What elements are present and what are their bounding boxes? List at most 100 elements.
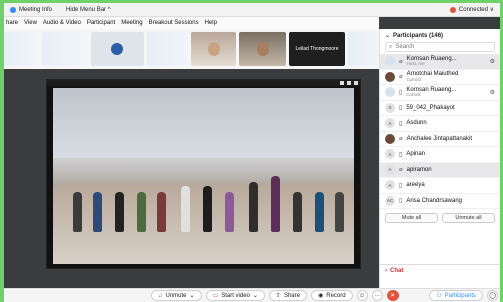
participant-row[interactable]: A ⌀ apiramon [380, 162, 500, 178]
meeting-info-button[interactable]: Meeting Info [10, 6, 52, 13]
participant-row[interactable]: ⌀ Anchalee Jintapattanakit [380, 132, 500, 147]
shared-window [46, 79, 361, 269]
meeting-bar: Meeting Info Hide Menu Bar ^ Connected ∨ [4, 3, 500, 17]
chat-section-header[interactable]: › Chat [380, 264, 500, 276]
participant-row[interactable]: A ▯ Asdunn [380, 116, 500, 132]
video-camera-icon: ▭ [212, 293, 219, 299]
start-video-button[interactable]: ▭ Start video ⌄ [205, 290, 265, 301]
mute-all-button[interactable]: Mute all [385, 213, 438, 223]
participant-name: Anchalee Jintapattanakit [406, 135, 473, 142]
chevron-down-icon[interactable]: ⌄ [385, 32, 390, 39]
menu-participant[interactable]: Participant [87, 20, 115, 26]
participant-face [256, 42, 269, 56]
photo-person [315, 192, 324, 233]
chevron-down-icon[interactable]: ⌄ [190, 292, 195, 299]
video-tile[interactable] [191, 32, 237, 66]
participant-name: apiramon [406, 166, 432, 173]
shared-content-area [4, 69, 379, 288]
connection-icon [449, 6, 456, 13]
host-icon: ⚙ [489, 58, 495, 65]
minimize-icon[interactable] [340, 81, 344, 85]
shared-photo [53, 88, 354, 264]
participant-row[interactable]: ▯ Kornsan Ruaeng... Cohost ⚙ [380, 85, 500, 101]
maximize-icon[interactable] [347, 81, 351, 85]
participants-count-title: Participants (146) [393, 32, 444, 39]
menu-share[interactable]: hare [6, 20, 18, 26]
close-icon[interactable] [354, 81, 358, 85]
menu-bar: hare View Audio & Video Participant Meet… [4, 17, 379, 29]
photo-person [203, 186, 212, 233]
smiley-icon: ☺ [359, 292, 366, 299]
menu-meeting[interactable]: Meeting [121, 20, 142, 26]
mic-icon[interactable]: ▯ [399, 104, 402, 111]
participant-role: Cohost [406, 92, 421, 98]
participant-row[interactable]: A ▯ Apinan [380, 147, 500, 163]
end-meeting-button[interactable]: × [386, 290, 399, 301]
photo-person [73, 192, 82, 233]
menu-breakout-sessions[interactable]: Breakout Sessions [149, 20, 199, 26]
video-tile-named[interactable]: Leilad Thongmoore [289, 32, 345, 66]
mic-icon[interactable]: ▯ [399, 182, 402, 189]
mic-icon[interactable]: ⌀ [399, 73, 403, 80]
avatar [385, 133, 395, 144]
mic-icon[interactable]: ⌀ [399, 58, 403, 65]
video-tile[interactable] [239, 32, 287, 66]
info-icon [10, 6, 16, 13]
photo-person [335, 192, 344, 233]
participant-list: ⌀ Kornsan Ruaeng... Host, me ⚙ ⌀ Arnotcha… [380, 54, 500, 209]
participant-name: Asdunn [406, 120, 427, 127]
video-tile[interactable] [146, 32, 189, 66]
participant-row[interactable]: ⌀ Arnotchai Maiuthed Cohost [380, 70, 500, 85]
photo-person [181, 186, 190, 233]
menu-view[interactable]: View [24, 20, 37, 26]
video-tile[interactable] [42, 32, 88, 66]
participants-panel: ⌄ Participants (146) ⌕ Search ⌀ Kornsan … [379, 29, 500, 288]
mic-icon[interactable]: ▯ [399, 89, 402, 96]
participant-row[interactable]: ⌀ Kornsan Ruaeng... Host, me ⚙ [380, 54, 500, 70]
more-options-button[interactable]: ··· [371, 290, 383, 301]
avatar: A [385, 164, 395, 175]
participants-button[interactable]: ⚇ Participants [429, 290, 483, 301]
menu-audio-video[interactable]: Audio & Video [43, 20, 81, 26]
participant-name: areeya [406, 182, 425, 189]
connection-status[interactable]: Connected ∨ [449, 6, 494, 13]
participant-row[interactable]: A ▯ areeya [380, 178, 500, 194]
hide-menu-bar-button[interactable]: Hide Menu Bar ^ [66, 7, 111, 13]
mic-icon[interactable]: ▯ [399, 151, 402, 158]
avatar: AC [385, 195, 395, 206]
avatar [385, 87, 395, 98]
participant-row[interactable]: S ▯ 59_042_Phakayot [380, 101, 500, 116]
record-button[interactable]: ◉ Record [310, 290, 353, 301]
participant-row[interactable]: AC ▯ Arisa Chandrsawang [380, 194, 500, 209]
photo-wall [53, 88, 354, 159]
participant-name: Arisa Chandrsawang [406, 197, 463, 204]
menu-help[interactable]: Help [205, 20, 217, 26]
record-icon: ◉ [317, 293, 324, 299]
chat-icon: ◯ [489, 293, 496, 299]
photo-person [93, 192, 102, 233]
unmute-all-button[interactable]: Unmute all [442, 213, 495, 223]
video-gallery-strip: Leilad Thongmoore [4, 29, 379, 69]
mic-icon[interactable]: ▯ [399, 120, 402, 127]
chat-button[interactable]: ◯ [487, 290, 498, 301]
video-tile[interactable] [347, 32, 379, 66]
avatar [385, 71, 395, 82]
mic-icon[interactable]: ⌀ [399, 166, 403, 173]
avatar: A [385, 118, 395, 129]
microphone-icon: ♫ [158, 292, 163, 299]
mic-icon[interactable]: ⌀ [399, 135, 403, 142]
video-tile[interactable] [90, 32, 144, 66]
participants-icon: ⚇ [436, 293, 442, 299]
reactions-button[interactable]: ☺ [356, 290, 368, 301]
chevron-down-icon[interactable]: ⌄ [253, 292, 258, 299]
search-icon: ⌕ [389, 43, 393, 50]
share-button[interactable]: ⇧ Share [268, 290, 307, 301]
unmute-button[interactable]: ♫ Unmute ⌄ [151, 290, 202, 301]
participant-search-input[interactable]: ⌕ Search [385, 42, 495, 52]
host-icon: ⚙ [489, 89, 495, 96]
video-tile[interactable] [4, 32, 40, 66]
mic-icon[interactable]: ▯ [399, 197, 402, 204]
avatar: S [385, 102, 395, 113]
photo-person [137, 192, 146, 233]
participants-panel-header[interactable]: ⌄ Participants (146) [380, 29, 500, 42]
